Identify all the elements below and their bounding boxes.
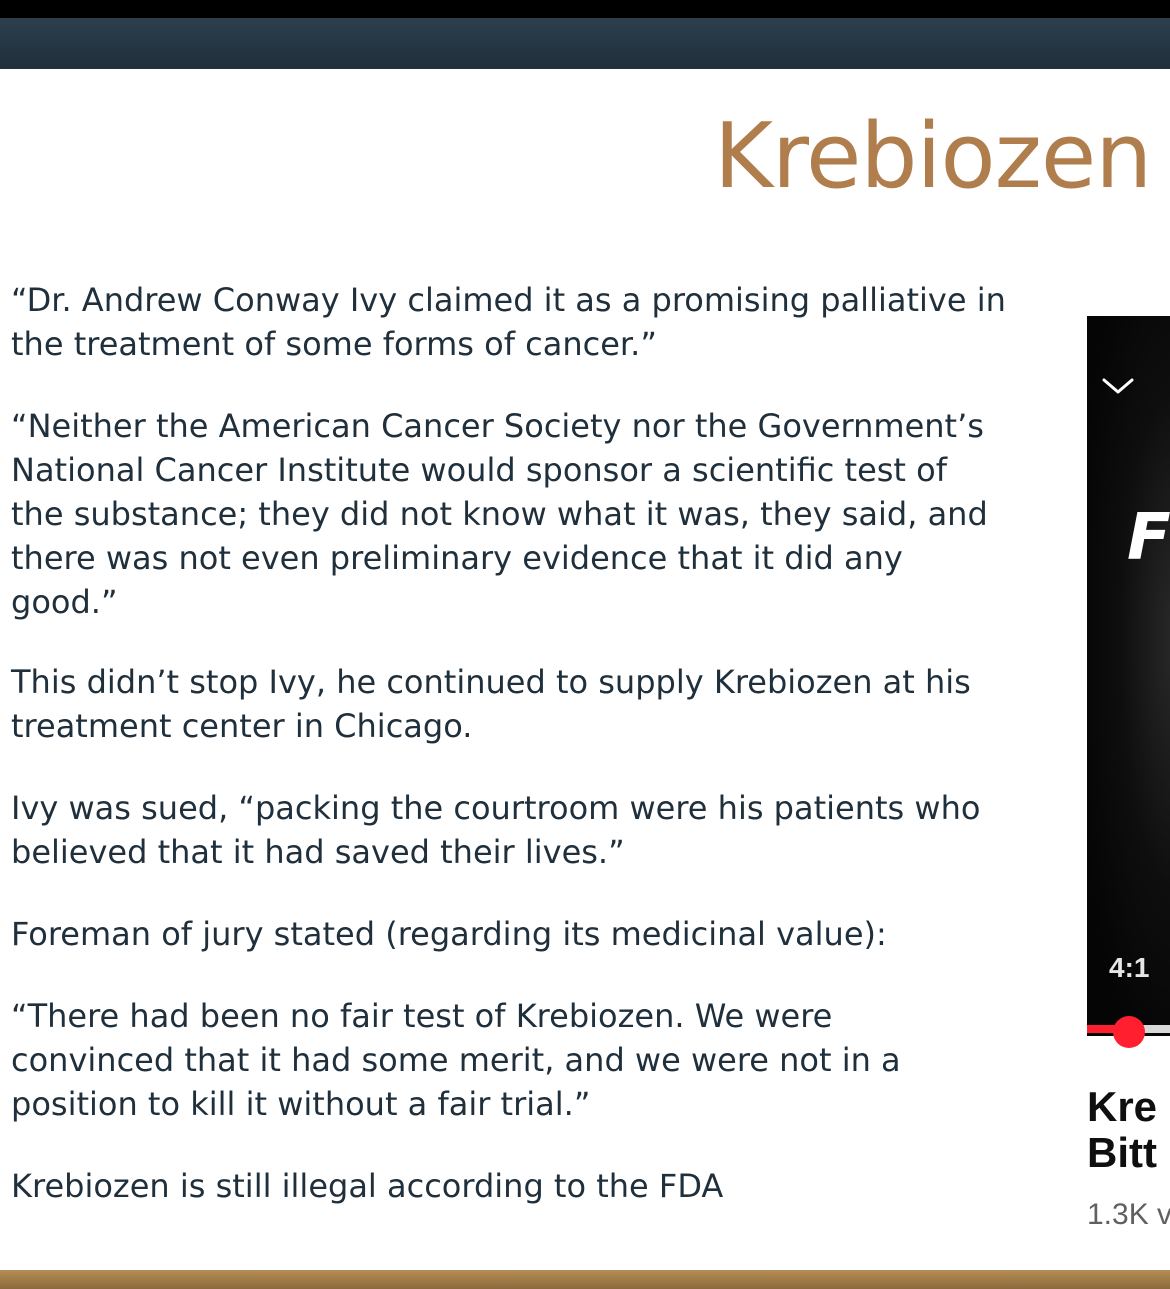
chevron-down-icon[interactable] [1101, 376, 1135, 396]
text-line: treatment center in Chicago. [11, 707, 473, 745]
text-line: position to kill it without a fair trial… [11, 1085, 591, 1123]
text-line: National Cancer Institute would sponsor … [11, 451, 947, 489]
video-overlay-text: F [1127, 501, 1170, 575]
slide-body: “Dr. Andrew Conway Ivy claimed it as a p… [11, 278, 1011, 1208]
paragraph-fda-status: Krebiozen is still illegal according to … [11, 1164, 1011, 1208]
video-player[interactable]: F 4:1 [1087, 316, 1170, 1048]
text-line: “There had been no fair test of Krebioze… [11, 997, 833, 1035]
paragraph-ivy-continued: This didn’t stop Ivy, he continued to su… [11, 660, 1011, 748]
video-title-line: Kre [1087, 1083, 1158, 1130]
video-progress-knob[interactable] [1113, 1016, 1145, 1048]
video-title[interactable]: Kre Bitt [1087, 1084, 1157, 1176]
text-line: This didn’t stop Ivy, he continued to su… [11, 663, 971, 701]
text-line: there was not even preliminary evidence … [11, 539, 903, 577]
video-timestamp: 4:1 [1109, 952, 1150, 983]
window-top-strip [0, 0, 1170, 18]
text-line: “Dr. Andrew Conway Ivy claimed it as a p… [11, 281, 1006, 319]
text-line: good.” [11, 583, 118, 621]
text-line: the treatment of some forms of cancer.” [11, 325, 657, 363]
text-line: Ivy was sued, “packing the courtroom wer… [11, 789, 981, 827]
text-line: “Neither the American Cancer Society nor… [11, 407, 984, 445]
text-line: believed that it had saved their lives.” [11, 833, 625, 871]
text-line: convinced that it had some merit, and we… [11, 1041, 901, 1079]
paragraph-foreman: Foreman of jury stated (regarding its me… [11, 912, 1011, 956]
video-view-count: 1.3K v [1087, 1198, 1170, 1231]
video-frame [1087, 316, 1170, 1036]
text-line: the substance; they did not know what it… [11, 495, 988, 533]
paragraph-jury-quote: “There had been no fair test of Krebioze… [11, 994, 1011, 1126]
slide-header-bar [0, 18, 1170, 69]
paragraph-acs-nci: “Neither the American Cancer Society nor… [11, 404, 1011, 624]
video-title-line: Bitt [1087, 1129, 1157, 1176]
slide-title: Krebiozen [714, 104, 1152, 209]
text-line: Krebiozen is still illegal according to … [11, 1167, 724, 1205]
text-line: Foreman of jury stated (regarding its me… [11, 915, 887, 953]
paragraph-ivy-claim: “Dr. Andrew Conway Ivy claimed it as a p… [11, 278, 1011, 366]
slide-footer-bar [0, 1270, 1170, 1289]
paragraph-ivy-sued: Ivy was sued, “packing the courtroom wer… [11, 786, 1011, 874]
